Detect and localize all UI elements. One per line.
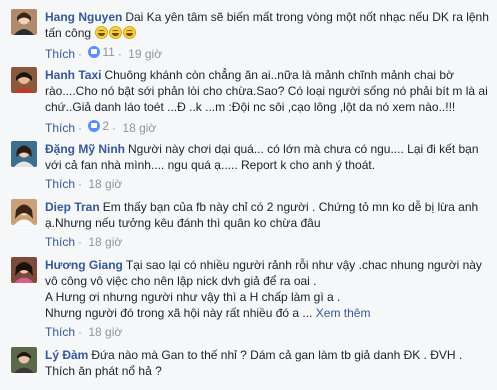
like-icon (88, 120, 101, 132)
comment-body: Đặng Mỹ Ninh Người này chơi dại quá... có… (45, 141, 491, 173)
comment-text: Nhưng người đó trong xã hội này rất nhiề… (45, 306, 313, 320)
comment-actions: Thích · 18 giờ (45, 235, 123, 249)
timestamp[interactable]: 18 giờ (88, 235, 122, 249)
commenter-name[interactable]: Lý Đàm (45, 348, 88, 362)
comment-actions: Thích · 18 giờ (45, 177, 123, 191)
see-more-link[interactable]: Xem thêm (316, 306, 371, 320)
avatar[interactable] (11, 347, 37, 373)
comment-body: Hương Giang Tại sao lại có nhiều người rả… (45, 257, 491, 321)
commenter-name[interactable]: Hanh Taxi (45, 68, 101, 82)
comment-actions: Thích · 2 · 18 giờ (45, 119, 157, 135)
comment-body: Hang Nguyen Dai Ka yên tâm sẽ biến mất tr… (45, 9, 491, 41)
commenter-name[interactable]: Hương Giang (45, 258, 123, 272)
comment-text: Em thấy bạn của fb này chỉ có 2 người . … (45, 200, 479, 230)
comment-body: Lý Đàm Đứa nào mà Gan to thế nhỉ ? Dám cả… (45, 347, 491, 379)
comment-actions: Thích · 18 giờ (45, 325, 123, 339)
comment-text: A Hưng ơi nhưng người như vậy thì a H ch… (45, 290, 341, 304)
like-count[interactable]: 2 (88, 119, 109, 133)
commenter-name[interactable]: Hang Nguyen (45, 10, 122, 24)
grinning-emoji (95, 26, 109, 39)
comment-body: Hanh Taxi Chuông khánh còn chẳng ăn ai..n… (45, 67, 491, 115)
timestamp[interactable]: 18 giờ (88, 177, 122, 191)
like-icon (88, 46, 101, 58)
commenter-name[interactable]: Diep Tran (45, 200, 100, 214)
like-button[interactable]: Thích (45, 325, 75, 339)
timestamp[interactable]: 19 giờ (128, 47, 162, 61)
commenter-name[interactable]: Đặng Mỹ Ninh (45, 142, 125, 156)
avatar[interactable] (11, 9, 37, 35)
like-button[interactable]: Thích (45, 235, 75, 249)
like-button[interactable]: Thích (45, 47, 75, 61)
avatar[interactable] (11, 67, 37, 93)
comment-body: Diep Tran Em thấy bạn của fb này chỉ có 2… (45, 199, 491, 231)
like-button[interactable]: Thích (45, 121, 75, 135)
timestamp[interactable]: 18 giờ (88, 325, 122, 339)
avatar[interactable] (11, 199, 37, 225)
avatar[interactable] (11, 257, 37, 283)
like-count[interactable]: 11 (88, 45, 115, 59)
comment-text: Chuông khánh còn chẳng ăn ai..nữa là mản… (45, 68, 488, 114)
avatar[interactable] (11, 141, 37, 167)
grinning-emoji (123, 26, 137, 39)
timestamp[interactable]: 18 giờ (122, 121, 156, 135)
comment-text: Đứa nào mà Gan to thế nhỉ ? Dám cả gan l… (45, 348, 463, 378)
like-button[interactable]: Thích (45, 177, 75, 191)
grinning-emoji (109, 26, 123, 39)
comment-actions: Thích · 11 · 19 giờ (45, 45, 163, 61)
